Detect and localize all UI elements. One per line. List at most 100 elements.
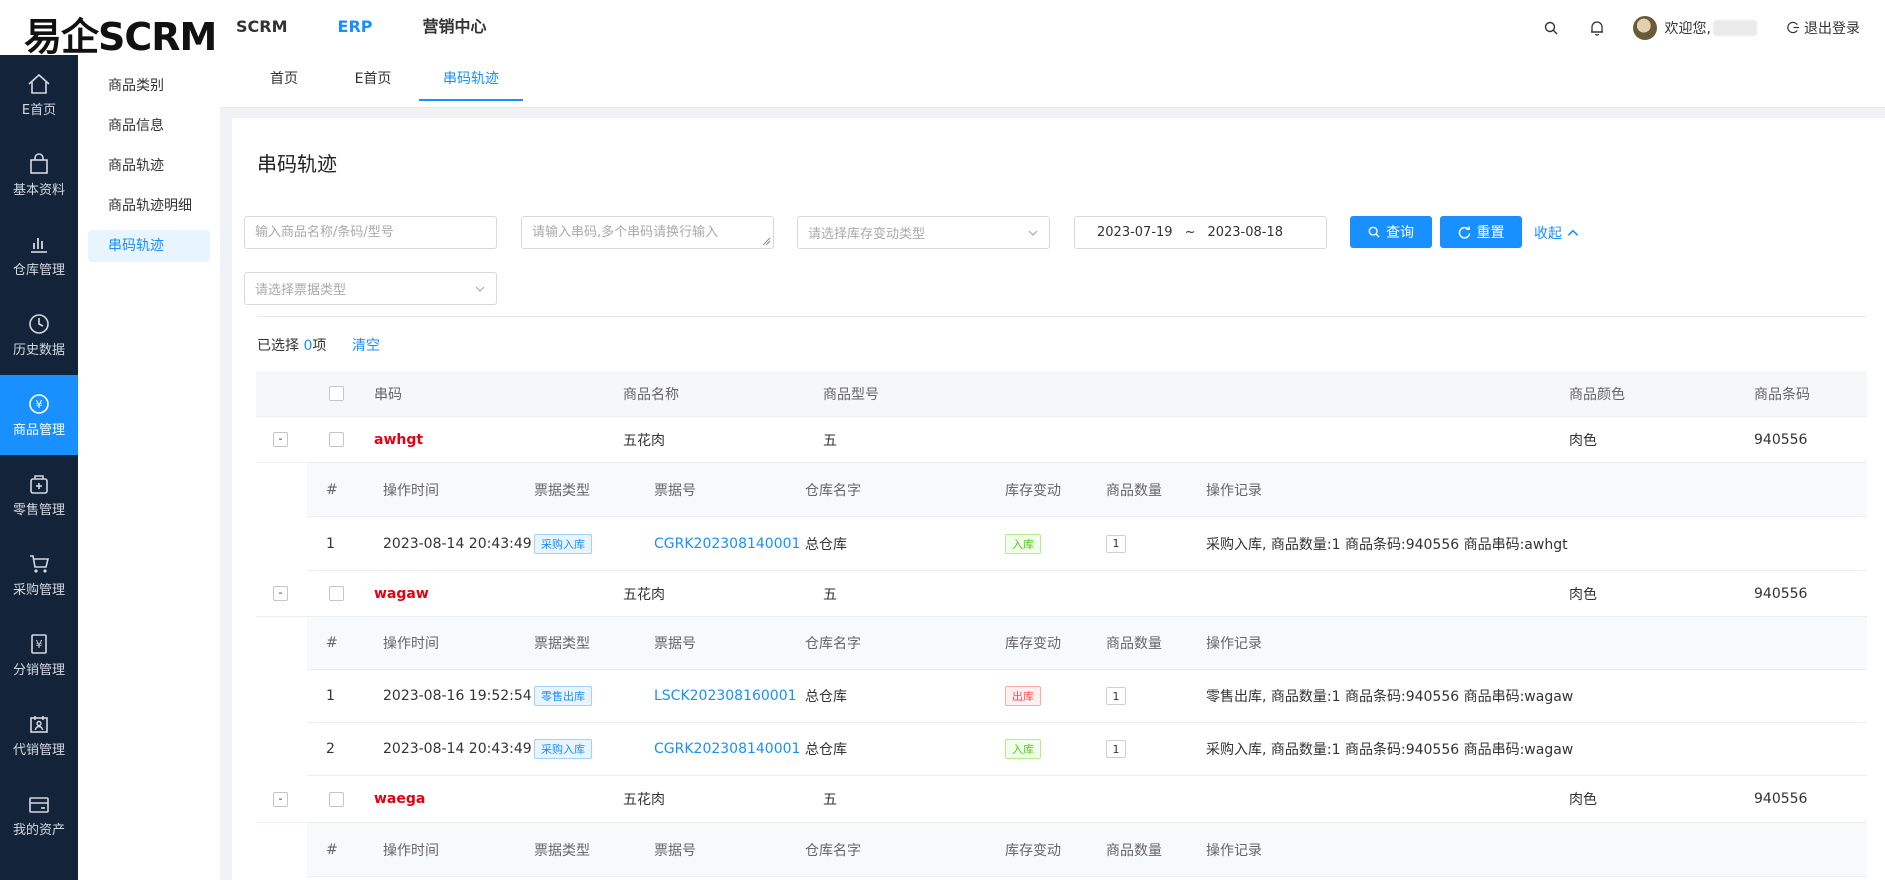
submenu-item-serial-track[interactable]: 串码轨迹 bbox=[88, 230, 210, 262]
expand-toggle[interactable]: - bbox=[273, 432, 288, 447]
sub-col-time: 操作时间 bbox=[383, 636, 439, 652]
sub-col-qty: 商品数量 bbox=[1106, 636, 1162, 652]
top-bar: 易企SCRM SCRM ERP 营销中心 欢迎您, 退出登录 bbox=[0, 0, 1885, 59]
avatar[interactable] bbox=[1632, 15, 1657, 40]
table-header: 串码 商品名称 商品型号 商品颜色 商品条码 bbox=[256, 371, 1867, 417]
product-barcode: 940556 bbox=[1754, 431, 1808, 448]
expand-toggle[interactable]: - bbox=[273, 586, 288, 601]
sidebar-item-label: 基本资料 bbox=[12, 182, 65, 198]
collapse-filters-link[interactable]: 收起 bbox=[1534, 223, 1580, 243]
top-nav: SCRM ERP 营销中心 bbox=[236, 0, 537, 55]
record-stock-cell: 出库 bbox=[1005, 670, 1041, 722]
col-name: 商品名称 bbox=[623, 386, 679, 403]
main-content: 串码轨迹 请选择库存变动类型 2023-07-19 ~ 2023-08-18 查… bbox=[232, 118, 1885, 880]
bill-number-link[interactable]: LSCK202308160001 bbox=[654, 670, 797, 722]
reset-button[interactable]: 重置 bbox=[1440, 216, 1522, 248]
sub-col-stock-change: 库存变动 bbox=[1005, 842, 1061, 859]
bell-icon[interactable] bbox=[1587, 18, 1607, 38]
refresh-icon bbox=[1458, 225, 1470, 239]
expand-toggle[interactable]: - bbox=[273, 791, 288, 807]
date-range-picker[interactable]: 2023-07-19 ~ 2023-08-18 bbox=[1074, 216, 1327, 249]
yen-circle-icon: ¥ bbox=[29, 393, 49, 414]
logout-icon bbox=[1787, 21, 1800, 34]
sidebar-item-basic-info[interactable]: 基本资料 bbox=[0, 135, 78, 215]
record-qty-cell: 1 bbox=[1106, 517, 1126, 570]
sidebar-item-label: 商品管理 bbox=[12, 422, 65, 438]
row-checkbox[interactable] bbox=[329, 791, 344, 807]
serial-code: waega bbox=[374, 791, 426, 807]
table-row[interactable]: - wagaw 五花肉 五 肉色 940556 bbox=[256, 571, 1867, 617]
sub-col-qty: 商品数量 bbox=[1106, 482, 1162, 499]
query-button[interactable]: 查询 bbox=[1350, 216, 1432, 248]
sidebar-item-e-home[interactable]: E首页 bbox=[0, 55, 78, 135]
stock-type-select[interactable]: 请选择库存变动类型 bbox=[797, 216, 1050, 249]
product-model: 五 bbox=[823, 792, 837, 808]
record-log: 零售出库, 商品数量:1 商品条码:940556 商品串码:wagaw bbox=[1206, 689, 1574, 705]
product-model: 五 bbox=[823, 432, 837, 449]
collapse-label: 收起 bbox=[1534, 226, 1562, 242]
row-checkbox[interactable] bbox=[329, 432, 344, 447]
table-row[interactable]: - awhgt 五花肉 五 肉色 940556 bbox=[256, 417, 1867, 463]
sidebar-item-retail[interactable]: 零售管理 bbox=[0, 455, 78, 535]
select-all-checkbox[interactable] bbox=[329, 386, 344, 401]
tab-home[interactable]: 首页 bbox=[264, 55, 304, 100]
record-log: 采购入库, 商品数量:1 商品条码:940556 商品串码:awhgt bbox=[1206, 536, 1568, 553]
sidebar-item-label: 代销管理 bbox=[12, 742, 65, 758]
product-search-input-wrap bbox=[244, 216, 497, 249]
stock-change-tag: 入库 bbox=[1005, 739, 1041, 759]
search-icon[interactable] bbox=[1541, 18, 1561, 38]
serial-input-wrap bbox=[521, 216, 774, 249]
chevron-down-icon bbox=[475, 286, 485, 292]
sidebar-item-distribution[interactable]: ¥ 分销管理 bbox=[0, 615, 78, 695]
record-warehouse: 总仓库 bbox=[805, 742, 847, 758]
sidebar-item-label: 零售管理 bbox=[12, 502, 65, 518]
sidebar-item-warehouse[interactable]: 仓库管理 bbox=[0, 215, 78, 295]
sidebar-item-history[interactable]: 历史数据 bbox=[0, 295, 78, 375]
tab-serial-track[interactable]: 串码轨迹 bbox=[419, 55, 523, 101]
expand-cell: - bbox=[273, 776, 288, 822]
sub-col-bill-type: 票据类型 bbox=[534, 482, 590, 499]
top-nav-marketing[interactable]: 营销中心 bbox=[423, 0, 487, 55]
sidebar-item-products[interactable]: ¥ 商品管理 bbox=[0, 375, 78, 455]
qty-badge: 1 bbox=[1106, 687, 1126, 705]
col-model: 商品型号 bbox=[823, 386, 879, 403]
sub-col-bill-no: 票据号 bbox=[654, 636, 696, 652]
sidebar-item-label: E首页 bbox=[21, 102, 57, 118]
serial-input[interactable] bbox=[532, 222, 763, 243]
product-search-input[interactable] bbox=[255, 225, 486, 240]
record-idx: 1 bbox=[326, 688, 335, 704]
sidebar-item-label: 我的资产 bbox=[12, 822, 65, 838]
sidebar-item-assets[interactable]: 我的资产 bbox=[0, 775, 78, 855]
bill-type-select[interactable]: 请选择票据类型 bbox=[244, 272, 497, 305]
record-row: 1 2023-08-16 19:52:54 零售出库 LSCK202308160… bbox=[307, 670, 1867, 723]
tab-e-home[interactable]: E首页 bbox=[348, 55, 398, 100]
sidebar-item-purchase[interactable]: 采购管理 bbox=[0, 535, 78, 615]
sub-col-bill-no: 票据号 bbox=[654, 842, 696, 859]
selection-suffix: 项 bbox=[312, 338, 327, 354]
top-nav-scrm[interactable]: SCRM bbox=[236, 0, 288, 55]
col-serial: 串码 bbox=[374, 386, 402, 403]
record-idx: 1 bbox=[326, 535, 335, 552]
sub-col-bill-type: 票据类型 bbox=[534, 842, 590, 859]
date-start[interactable]: 2023-07-19 bbox=[1097, 225, 1173, 240]
bill-number-link[interactable]: CGRK202308140001 bbox=[654, 517, 800, 570]
top-nav-erp[interactable]: ERP bbox=[338, 0, 373, 55]
row-checkbox[interactable] bbox=[329, 586, 344, 601]
record-stock-cell: 入库 bbox=[1005, 517, 1041, 570]
expand-cell: - bbox=[273, 571, 288, 616]
selection-prefix: 已选择 bbox=[257, 338, 304, 354]
sub-col-time: 操作时间 bbox=[383, 482, 439, 499]
product-color: 肉色 bbox=[1569, 586, 1597, 603]
sub-col-idx: # bbox=[326, 841, 338, 858]
app-logo[interactable]: 易企SCRM bbox=[24, 6, 217, 61]
sidebar-item-consignment[interactable]: 代销管理 bbox=[0, 695, 78, 775]
clear-selection-link[interactable]: 清空 bbox=[352, 335, 380, 355]
record-header: # 操作时间 票据类型 票据号 仓库名字 库存变动 商品数量 操作记录 bbox=[307, 617, 1867, 670]
table-row[interactable]: - waega 五花肉 五 肉色 940556 bbox=[256, 776, 1867, 823]
sub-col-stock-change: 库存变动 bbox=[1005, 482, 1061, 499]
page-title: 串码轨迹 bbox=[257, 152, 337, 176]
logout-button[interactable]: 退出登录 bbox=[1787, 18, 1860, 38]
sub-col-log: 操作记录 bbox=[1206, 636, 1262, 652]
bill-number-link[interactable]: CGRK202308140001 bbox=[654, 723, 800, 775]
date-end[interactable]: 2023-08-18 bbox=[1207, 225, 1283, 240]
